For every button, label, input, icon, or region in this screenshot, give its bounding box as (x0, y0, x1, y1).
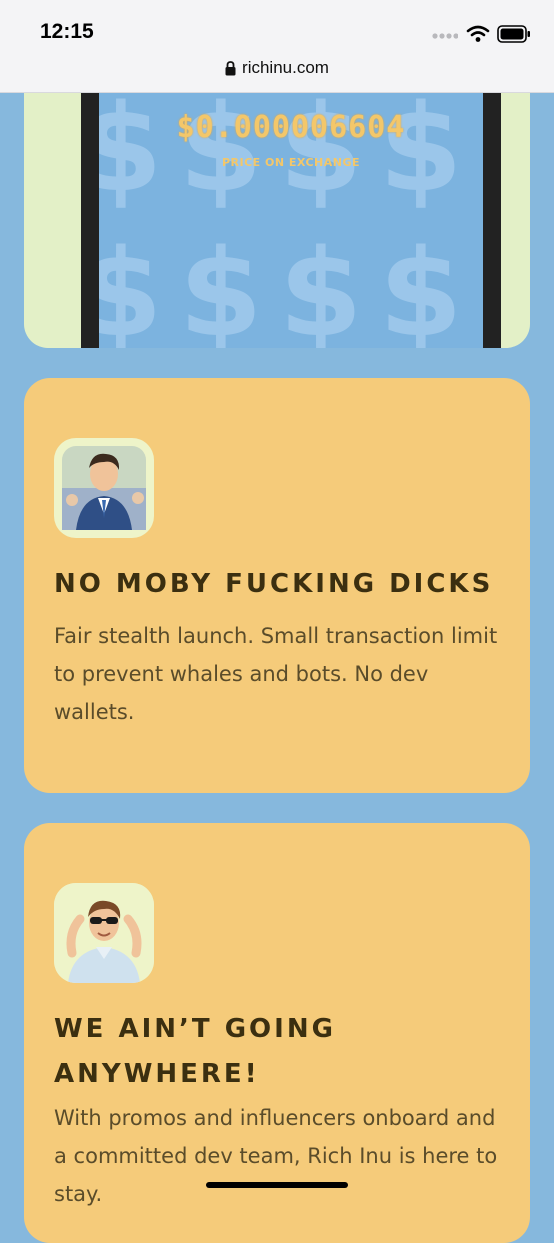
dollar-pattern-icon: $ (379, 225, 463, 349)
home-indicator[interactable] (206, 1182, 348, 1188)
lock-icon (225, 61, 236, 76)
dollar-pattern-icon: $ (81, 225, 163, 349)
browser-chrome: 12:15 richinu.com (0, 0, 554, 93)
businessman-illustration-icon (62, 446, 146, 530)
dollar-pattern-icon: $ (81, 80, 163, 219)
dollar-pattern-icon: $ (279, 80, 363, 219)
price-label: PRICE ON EXCHANGE (221, 156, 361, 169)
battery-icon (497, 25, 530, 43)
status-time: 12:15 (40, 20, 94, 43)
avatar (54, 438, 154, 538)
avatar (54, 883, 154, 983)
phone-mockup: $ $ $ $ $ $ $ $ $0.000006604 PRICE ON EX… (81, 70, 501, 348)
dollar-pattern-icon: $ (279, 225, 363, 349)
dollar-pattern-icon: $ (179, 225, 263, 349)
feature-card: WE AIN’T GOING ANYWHERE! With promos and… (24, 823, 530, 1243)
feature-title: NO MOBY FUCKING DICKS (54, 569, 494, 599)
dollar-pattern-icon: $ (179, 80, 263, 219)
feature-title: WE AIN’T GOING ANYWHERE! (54, 1014, 336, 1089)
dollar-pattern-icon: $ (379, 80, 463, 219)
feature-card: NO MOBY FUCKING DICKS Fair stealth launc… (24, 378, 530, 793)
feature-text: Fair stealth launch. Small transaction l… (54, 624, 498, 724)
sunglasses-man-illustration-icon (54, 883, 154, 983)
feature-text: With promos and influencers onboard and … (54, 1106, 498, 1206)
address-bar[interactable]: richinu.com (0, 58, 554, 78)
price-card: $ $ $ $ $ $ $ $ $0.000006604 PRICE ON EX… (24, 70, 530, 348)
url-text: richinu.com (242, 58, 329, 77)
token-price: $0.000006604 (176, 110, 406, 145)
wifi-icon (466, 25, 490, 42)
cellular-signal-icon (432, 33, 458, 39)
